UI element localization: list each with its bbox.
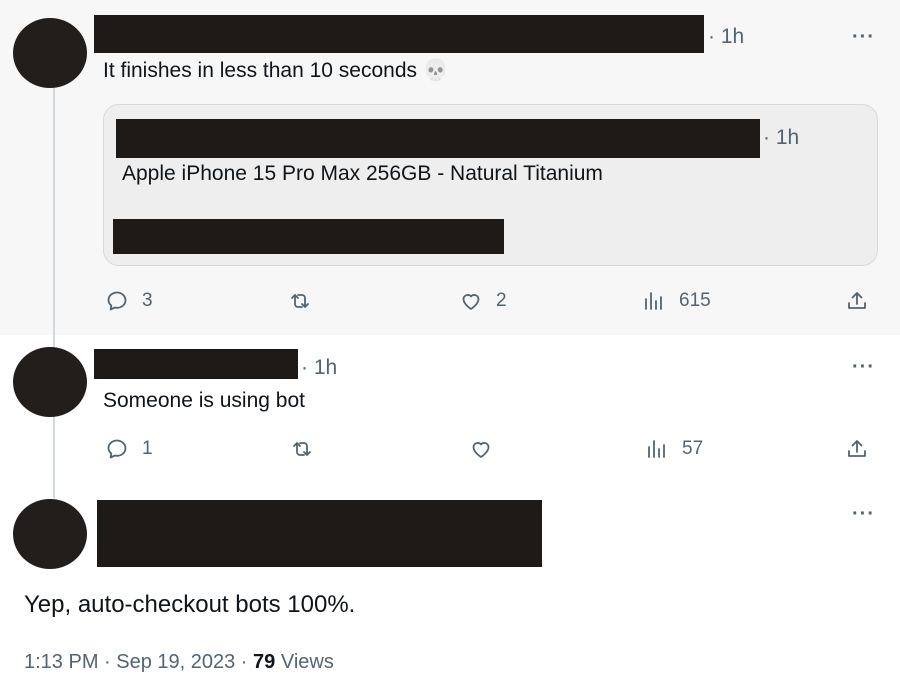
tweet-text: It finishes in less than 10 seconds 💀 — [103, 59, 449, 83]
views-count: 79 — [253, 651, 276, 673]
redacted-username — [94, 15, 704, 53]
quote-text: Apple iPhone 15 Pro Max 256GB - Natural … — [122, 162, 603, 185]
like-button[interactable]: 2 — [459, 289, 507, 313]
views-button[interactable]: 615 — [642, 289, 711, 313]
skull-emoji: 💀 — [422, 59, 450, 82]
repost-icon — [291, 294, 309, 308]
redacted-username — [94, 349, 298, 379]
views-count: 615 — [679, 290, 711, 311]
views-button[interactable]: 57 — [645, 437, 703, 461]
like-count: 2 — [496, 290, 507, 311]
reply-count: 3 — [142, 290, 153, 311]
avatar[interactable] — [13, 499, 87, 569]
quote-time: · 1h — [763, 126, 800, 149]
avatar[interactable] — [13, 347, 87, 417]
like-icon — [462, 294, 480, 310]
views-icon — [645, 292, 662, 310]
tweet-footer: 1:13 PM · Sep 19, 2023 · 79 Views — [24, 651, 334, 674]
share-button[interactable] — [845, 289, 869, 313]
reply-count: 1 — [142, 438, 153, 459]
more-icon[interactable]: ··· — [852, 356, 875, 379]
share-icon — [848, 440, 866, 457]
redacted-quote-media — [113, 219, 504, 254]
like-button[interactable] — [469, 437, 493, 461]
views-label: Views — [275, 651, 334, 673]
timestamp[interactable]: 1:13 PM · Sep 19, 2023 · — [24, 651, 253, 673]
redacted-display-name — [97, 500, 542, 567]
avatar[interactable] — [13, 18, 87, 88]
redacted-quote-username — [116, 119, 760, 158]
share-button[interactable] — [845, 437, 869, 461]
reply-icon — [107, 291, 127, 311]
views-icon — [648, 440, 665, 458]
repost-button[interactable] — [288, 289, 312, 313]
repost-icon — [293, 442, 311, 456]
thread-line — [53, 88, 55, 498]
reply-button[interactable]: 1 — [105, 437, 153, 461]
tweet-time[interactable]: · 1h — [301, 356, 337, 380]
views-count: 57 — [682, 438, 704, 459]
repost-button[interactable] — [290, 437, 314, 461]
tweet-text: Yep, auto-checkout bots 100%. — [24, 591, 356, 618]
tweet-text-content: It finishes in less than 10 seconds — [103, 59, 418, 82]
tweet-time[interactable]: · 1h — [708, 25, 744, 49]
reply-icon — [107, 439, 127, 459]
more-icon[interactable]: ··· — [852, 503, 875, 526]
like-icon — [472, 442, 490, 458]
reply-button[interactable]: 3 — [105, 289, 153, 313]
more-icon[interactable]: ··· — [852, 26, 875, 49]
tweet-text: Someone is using bot — [103, 389, 305, 412]
share-icon — [848, 292, 866, 309]
